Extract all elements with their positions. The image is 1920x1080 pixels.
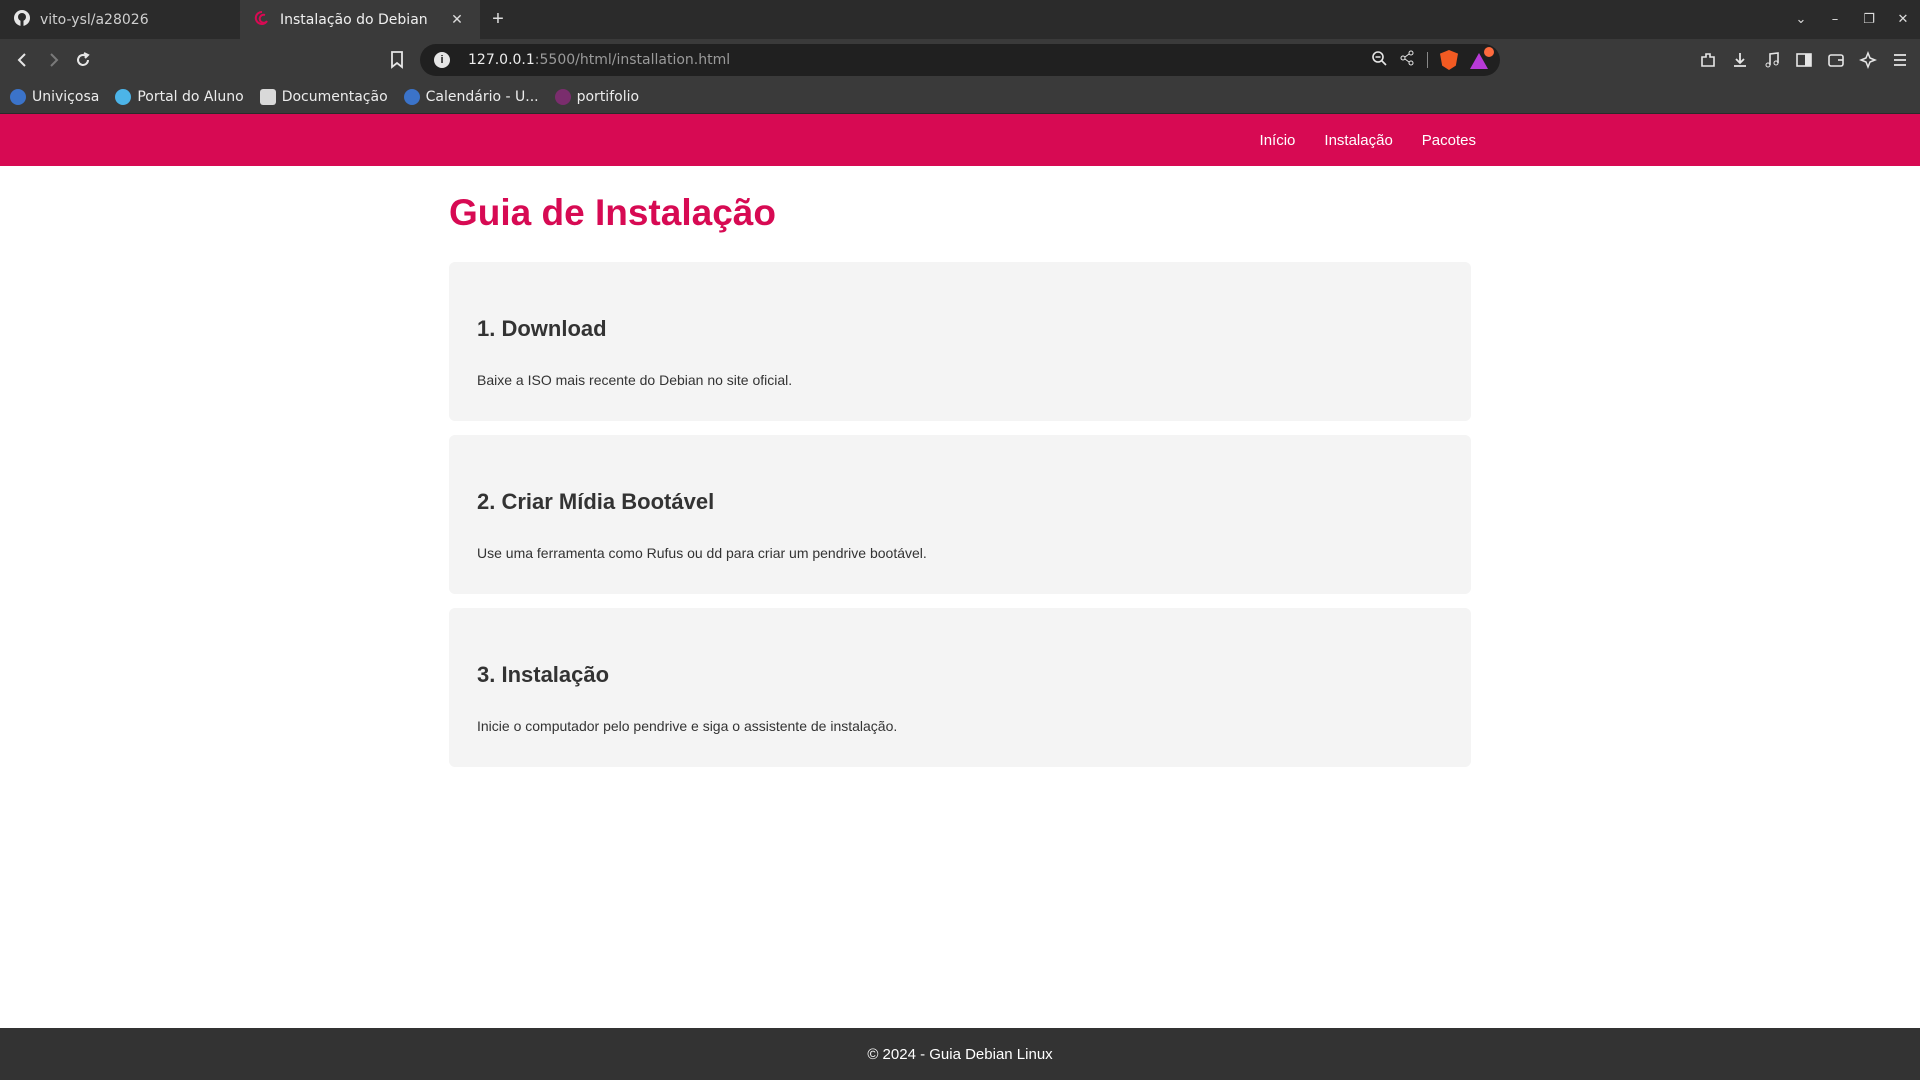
tab-list-chevron-icon[interactable]: ⌄: [1784, 12, 1818, 27]
bookmark-univicosa[interactable]: Univiçosa: [10, 89, 99, 105]
nav-link-inicio[interactable]: Início: [1260, 132, 1296, 149]
bookmark-label: Univiçosa: [32, 89, 100, 105]
leo-ai-icon[interactable]: [1858, 50, 1878, 70]
bookmark-portal-do-aluno[interactable]: Portal do Aluno: [115, 89, 244, 105]
univicosa-icon: [403, 89, 420, 105]
extensions-icon[interactable]: [1698, 50, 1718, 70]
bookmark-label: Documentação: [281, 89, 388, 105]
back-button[interactable]: [8, 45, 38, 75]
site-info-icon[interactable]: i: [434, 52, 450, 68]
footer-copyright: © 2024 - Guia Debian Linux: [867, 1045, 1053, 1063]
reload-icon: [77, 52, 90, 66]
debian-icon: [254, 10, 270, 30]
spider-icon: [554, 89, 571, 105]
reload-button[interactable]: [68, 45, 98, 75]
media-icon[interactable]: [1762, 50, 1782, 70]
url-text[interactable]: 127.0.0.1:5500/html/installation.html: [468, 52, 730, 68]
back-arrow-icon: [17, 53, 26, 67]
tab-debian[interactable]: Instalação do Debian ✕: [240, 0, 480, 39]
page-title: Guia de Instalação: [449, 192, 776, 233]
forward-arrow-icon: [50, 53, 59, 67]
separator: [1427, 52, 1428, 68]
nav-link-instalacao[interactable]: Instalação: [1324, 132, 1392, 149]
bookmark-icon: [391, 51, 403, 69]
step-text: Use uma ferramenta como Rufus ou dd para…: [477, 545, 927, 561]
new-tab-button[interactable]: +: [480, 0, 516, 39]
address-bar[interactable]: i 127.0.0.1:5500/html/installation.html: [420, 44, 1500, 76]
step-card-bootable-media: 2. Criar Mídia Bootável Use uma ferramen…: [449, 435, 1471, 594]
step-card-installation: 3. Instalação Inicie o computador pelo p…: [449, 608, 1471, 767]
tab-strip: vito-ysl/a28026 Instalação do Debian ✕ +…: [0, 0, 1920, 39]
bookmark-label: Calendário - U...: [425, 89, 539, 105]
minimize-icon[interactable]: –: [1818, 12, 1852, 27]
restore-icon[interactable]: ❐: [1852, 12, 1886, 27]
zoom-icon[interactable]: [1371, 50, 1387, 71]
menu-icon[interactable]: [1890, 50, 1910, 70]
brave-shields-icon[interactable]: [1440, 50, 1458, 70]
bookmark-label: portifolio: [576, 89, 640, 105]
nav-link-pacotes[interactable]: Pacotes: [1422, 132, 1476, 149]
portal-icon: [115, 89, 132, 105]
toolbar-actions: [1698, 45, 1910, 75]
bookmark-documentacao[interactable]: Documentação: [259, 89, 388, 105]
brave-rewards-icon[interactable]: [1470, 47, 1494, 69]
search-doc-icon: [259, 89, 276, 105]
site-nav: Início Instalação Pacotes: [1260, 114, 1476, 166]
github-icon: [14, 9, 30, 30]
main-content: Guia de Instalação 1. Download Baixe a I…: [449, 166, 1471, 767]
site-header: Início Instalação Pacotes: [0, 114, 1920, 166]
step-heading: 1. Download: [477, 316, 607, 341]
tab-title: vito-ysl/a28026: [40, 11, 149, 28]
wallet-icon[interactable]: [1826, 50, 1846, 70]
tab-github[interactable]: vito-ysl/a28026: [0, 0, 240, 39]
download-icon[interactable]: [1730, 50, 1750, 70]
browser-toolbar: i 127.0.0.1:5500/html/installation.html: [0, 39, 1920, 81]
window-controls: ⌄ – ❐ ✕: [1784, 0, 1920, 39]
bookmark-calendario[interactable]: Calendário - U...: [403, 89, 539, 105]
bookmarks-bar: Univiçosa Portal do Aluno Documentação C…: [0, 81, 1920, 114]
step-text: Baixe a ISO mais recente do Debian no si…: [477, 372, 793, 388]
bookmark-page-button[interactable]: [382, 45, 412, 75]
step-text: Inicie o computador pelo pendrive e siga…: [477, 718, 898, 734]
sidebar-icon[interactable]: [1794, 50, 1814, 70]
bookmark-label: Portal do Aluno: [137, 89, 244, 105]
bookmark-portifolio[interactable]: portifolio: [554, 89, 640, 105]
site-footer: © 2024 - Guia Debian Linux: [0, 1028, 1920, 1080]
step-heading: 3. Instalação: [477, 662, 610, 687]
close-window-icon[interactable]: ✕: [1886, 12, 1920, 27]
step-heading: 2. Criar Mídia Bootável: [477, 489, 715, 514]
forward-button[interactable]: [38, 45, 68, 75]
tab-title: Instalação do Debian: [280, 11, 428, 28]
share-icon[interactable]: [1399, 50, 1415, 71]
close-tab-icon[interactable]: ✕: [448, 12, 466, 28]
univicosa-icon: [10, 89, 26, 105]
step-card-download: 1. Download Baixe a ISO mais recente do …: [449, 262, 1471, 421]
